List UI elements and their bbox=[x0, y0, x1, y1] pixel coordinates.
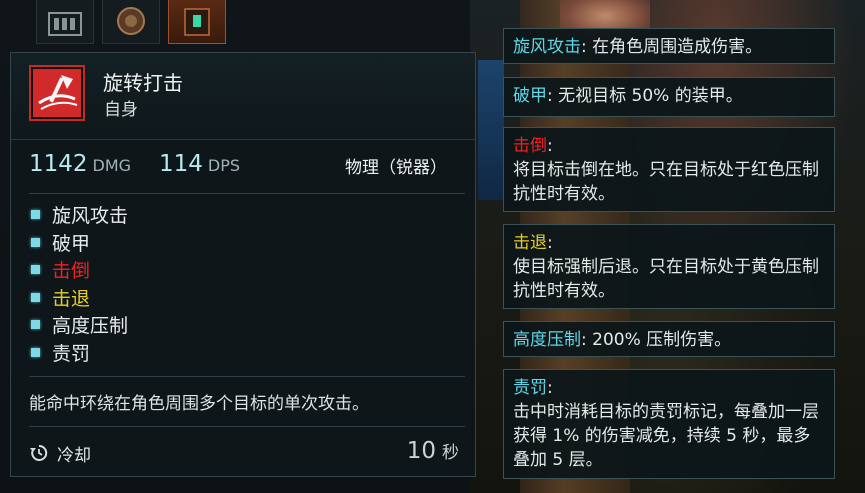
keyword-separator: : bbox=[547, 86, 559, 106]
keyword-description: 200% 压制伤害。 bbox=[592, 330, 732, 350]
effect-label: 高度压制 bbox=[52, 315, 129, 338]
effect-label: 击倒 bbox=[52, 260, 91, 283]
equipment-slot-strip bbox=[36, 0, 226, 44]
skill-name: 旋转打击 bbox=[103, 71, 183, 95]
divider-bottom bbox=[29, 426, 465, 427]
keyword-name: 击退 bbox=[513, 233, 547, 253]
bullet-icon bbox=[31, 237, 40, 247]
skill-target: 自身 bbox=[104, 100, 138, 120]
keyword-description: 在角色周围造成伤害。 bbox=[592, 37, 763, 57]
keyword-name: 责罚 bbox=[513, 378, 547, 398]
effect-label: 旋风攻击 bbox=[52, 205, 129, 228]
dps-value: 114 bbox=[159, 151, 203, 177]
device-icon bbox=[184, 8, 210, 36]
equipment-slot-2[interactable] bbox=[102, 0, 160, 44]
keyword-box: 击倒: 将目标击倒在地。只在目标处于红色压制抗性时有效。 bbox=[503, 127, 835, 212]
equipment-slot-3-selected[interactable] bbox=[168, 0, 226, 44]
keyword-separator: : bbox=[547, 136, 553, 156]
effect-item: 旋风攻击 bbox=[29, 201, 128, 229]
effect-label: 击退 bbox=[52, 287, 91, 310]
keyword-separator: : bbox=[547, 233, 553, 253]
cooldown-label: 冷却 bbox=[57, 446, 91, 466]
bullet-icon bbox=[31, 347, 40, 357]
effect-item: 高度压制 bbox=[29, 311, 128, 339]
effect-item: 击倒 bbox=[29, 256, 128, 284]
red-axe-swirl-icon bbox=[29, 65, 85, 121]
keyword-name: 击倒 bbox=[513, 136, 547, 156]
keyword-box: 旋风攻击: 在角色周围造成伤害。 bbox=[503, 28, 835, 64]
bullet-icon bbox=[31, 320, 40, 330]
damage-type: 物理（锐器） bbox=[345, 158, 447, 178]
dps-unit: DPS bbox=[207, 156, 241, 175]
keyword-separator: : bbox=[581, 330, 593, 350]
divider-middle bbox=[29, 376, 465, 377]
bullet-icon bbox=[31, 265, 40, 275]
bullet-icon bbox=[31, 210, 40, 220]
cooldown-row: 冷却 10 秒 bbox=[29, 438, 459, 468]
keyword-description: 击中时消耗目标的责罚标记，每叠加一层获得 1% 的伤害减免，持续 5 秒，最多叠… bbox=[513, 402, 819, 470]
cooldown-icon bbox=[30, 444, 48, 461]
effect-label: 破甲 bbox=[52, 232, 91, 255]
keyword-separator: : bbox=[547, 378, 553, 398]
keyword-description: 无视目标 50% 的装甲。 bbox=[558, 86, 743, 106]
keyword-description: 将目标击倒在地。只在目标处于红色压制抗性时有效。 bbox=[513, 160, 819, 204]
keyword-name: 高度压制 bbox=[513, 330, 581, 350]
effect-list: 旋风攻击破甲击倒击退高度压制责罚 bbox=[29, 201, 128, 366]
keyword-description: 使目标强制后退。只在目标处于黄色压制抗性时有效。 bbox=[513, 257, 819, 301]
skill-description: 能命中环绕在角色周围多个目标的单次攻击。 bbox=[29, 394, 369, 414]
character-blue-garment bbox=[478, 60, 504, 200]
keyword-name: 破甲 bbox=[513, 86, 547, 106]
equipment-grid-icon bbox=[48, 12, 82, 36]
effect-item: 击退 bbox=[29, 284, 128, 312]
cooldown-value: 10 bbox=[406, 438, 436, 464]
keyword-name: 旋风攻击 bbox=[513, 37, 581, 57]
dmg-value: 1142 bbox=[29, 151, 88, 177]
effect-item: 破甲 bbox=[29, 229, 128, 257]
keyword-box: 破甲: 无视目标 50% 的装甲。 bbox=[503, 77, 835, 117]
equipment-slot-1[interactable] bbox=[36, 0, 94, 44]
tooltip-header: 旋转打击 自身 bbox=[11, 53, 475, 140]
keyword-box: 击退: 使目标强制后退。只在目标处于黄色压制抗性时有效。 bbox=[503, 224, 835, 309]
keyword-box: 高度压制: 200% 压制伤害。 bbox=[503, 321, 835, 357]
effect-label: 责罚 bbox=[52, 342, 91, 365]
bullet-icon bbox=[31, 292, 40, 302]
skill-tooltip: 旋转打击 自身 1142 DMG 114 DPS 物理（锐器） 旋风攻击破甲击倒击退… bbox=[10, 52, 476, 477]
dps-stat: 114 DPS bbox=[159, 151, 240, 177]
armor-icon bbox=[117, 7, 145, 35]
dmg-unit: DMG bbox=[92, 156, 132, 175]
damage-stats: 1142 DMG 114 DPS 物理（锐器） bbox=[29, 151, 465, 183]
effect-item: 责罚 bbox=[29, 339, 128, 367]
cooldown-unit: 秒 bbox=[442, 443, 459, 463]
cooldown-value-group: 10 秒 bbox=[407, 438, 459, 464]
keyword-box: 责罚: 击中时消耗目标的责罚标记，每叠加一层获得 1% 的伤害减免，持续 5 秒，… bbox=[503, 369, 835, 479]
keyword-separator: : bbox=[581, 37, 593, 57]
dmg-stat: 1142 DMG bbox=[29, 151, 131, 177]
divider-top bbox=[29, 193, 465, 194]
